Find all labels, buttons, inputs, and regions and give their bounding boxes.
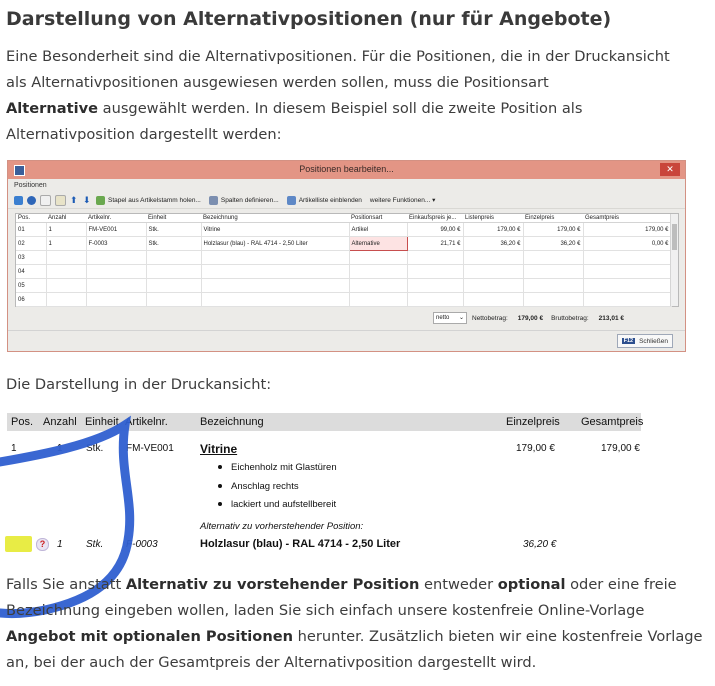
outro-template-link[interactable]: Angebot mit optionalen Positionen	[6, 628, 293, 645]
outro-text: an, bei der auch der Gesamtpreis der Alt…	[6, 654, 537, 671]
outro-keyword-alternativ: Alternativ zu vorstehender Position	[125, 576, 420, 593]
outro-text: entweder	[419, 576, 498, 593]
outro-text: Falls Sie anstatt	[6, 576, 126, 593]
outro-paragraph: Falls Sie anstatt Alternativ zu vorstehe…	[6, 572, 706, 676]
outro-text: Bezeichnung eingeben wollen, laden Sie s…	[6, 602, 645, 619]
outro-keyword-optional: optional	[497, 576, 566, 593]
outro-text: herunter. Zusätzlich bieten wir eine kos…	[293, 628, 703, 645]
outro-text: oder eine freie	[565, 576, 677, 593]
